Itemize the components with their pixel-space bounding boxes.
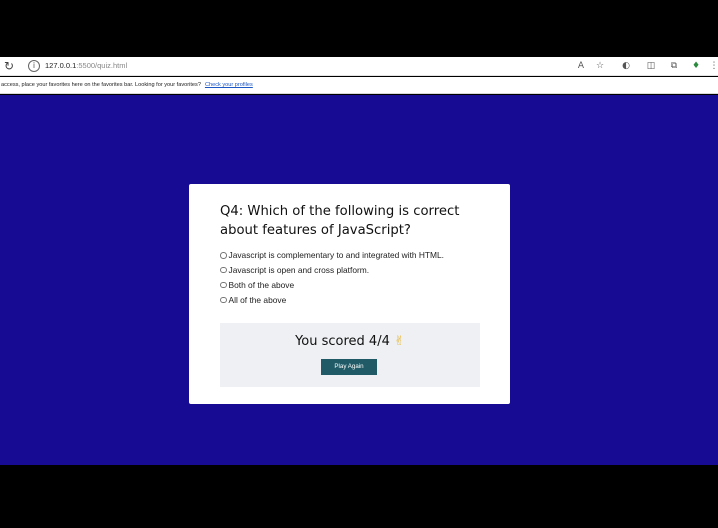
collections-icon[interactable]: ⧉: [668, 60, 680, 72]
radio-button[interactable]: [220, 252, 227, 259]
score-text: You scored 4/4 ✌: [220, 334, 480, 349]
url-host: 127.0.0.1: [45, 61, 77, 70]
browser-essentials-icon[interactable]: ♦: [690, 60, 702, 72]
radio-button[interactable]: [220, 296, 227, 304]
option-label: All of the above: [228, 294, 287, 305]
option-2[interactable]: Javascript is open and cross platform.: [220, 263, 444, 278]
quiz-card: Q4: Which of the following is correct ab…: [189, 184, 510, 404]
option-label: Javascript is open and cross platform.: [228, 265, 370, 276]
favorites-message: access, place your favorites here on the…: [1, 82, 201, 88]
option-4[interactable]: All of the above: [220, 292, 444, 307]
split-screen-icon[interactable]: ◫: [645, 60, 657, 72]
read-aloud-icon[interactable]: A: [575, 60, 587, 72]
more-icon[interactable]: ⋮: [708, 60, 718, 72]
browser-address-bar: ↻ i 127.0.0.1:5500/quiz.html A ☆ ◐ ◫ ⧉ ♦…: [0, 57, 718, 76]
url-path: :5500/quiz.html: [76, 61, 128, 70]
option-1[interactable]: Javascript is complementary to and integ…: [220, 248, 444, 263]
option-label: Both of the above: [228, 279, 295, 290]
radio-button[interactable]: [220, 266, 227, 274]
extension-icon[interactable]: ◐: [620, 60, 632, 72]
play-again-button[interactable]: Play Again: [321, 359, 377, 375]
options-list: Javascript is complementary to and integ…: [220, 248, 444, 307]
option-3[interactable]: Both of the above: [220, 278, 444, 293]
url-field[interactable]: 127.0.0.1:5500/quiz.html: [45, 61, 127, 70]
option-label: Javascript is complementary to and integ…: [228, 250, 445, 261]
refresh-icon[interactable]: ↻: [2, 59, 16, 73]
victory-hand-icon: ✌: [394, 334, 405, 349]
quiz-page: Q4: Which of the following is correct ab…: [0, 95, 718, 465]
check-profiles-link[interactable]: Check your profiles: [205, 82, 253, 88]
radio-button[interactable]: [220, 281, 227, 289]
score-label: You scored 4/4: [295, 334, 390, 349]
question-text: Q4: Which of the following is correct ab…: [220, 204, 460, 238]
result-panel: You scored 4/4 ✌ Play Again: [220, 323, 480, 387]
favorites-bar: access, place your favorites here on the…: [0, 77, 718, 94]
favorite-star-icon[interactable]: ☆: [594, 60, 606, 72]
site-info-icon[interactable]: i: [28, 60, 40, 72]
